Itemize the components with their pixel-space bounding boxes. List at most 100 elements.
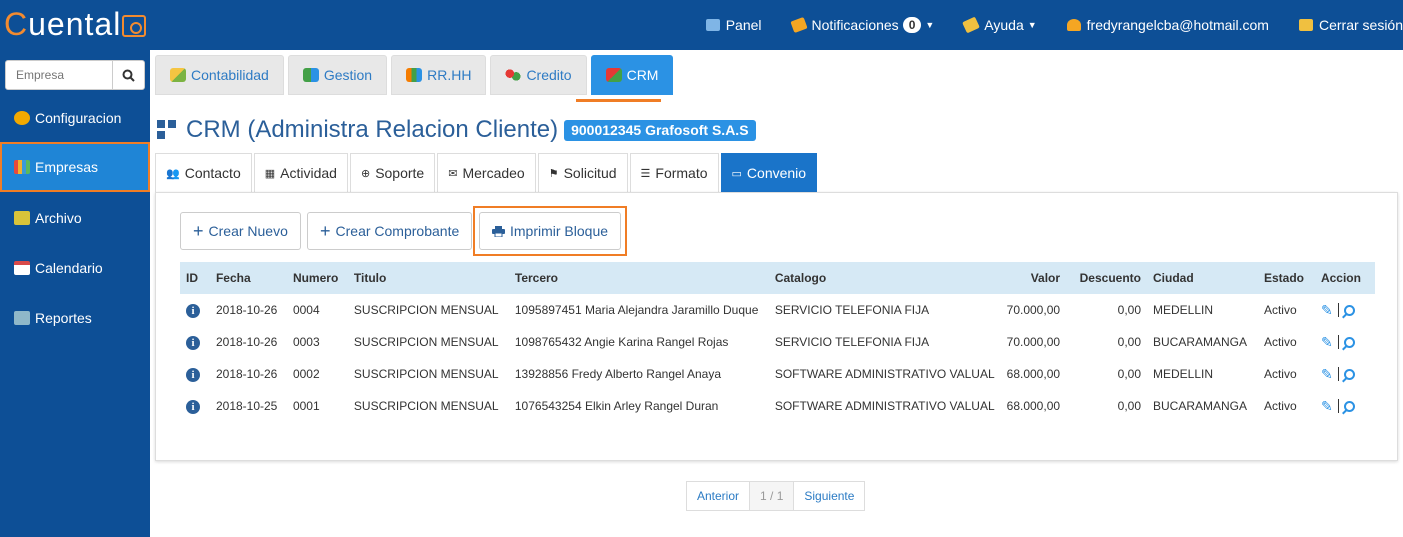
edit-icon[interactable]: ✎	[1321, 398, 1333, 415]
nav-notifications[interactable]: Notificaciones 0 ▼	[789, 16, 934, 34]
cell-valor: 70.000,00	[1006, 335, 1061, 349]
cell-catalogo: SERVICIO TELEFONIA FIJA	[774, 303, 930, 317]
button-label: Crear Comprobante	[335, 223, 460, 239]
cell-descuento: 0,00	[1117, 335, 1141, 349]
page-title-text: CRM (Administra Relacion Cliente)	[186, 116, 559, 143]
tab-mercadeo[interactable]: ✉ Mercadeo	[437, 153, 536, 192]
cell-numero: 0002	[292, 367, 320, 381]
cell-ciudad: BUCARAMANGA	[1153, 399, 1248, 413]
column-header[interactable]: Estado	[1257, 262, 1315, 294]
cell-catalogo: SOFTWARE ADMINISTRATIVO VALUAL	[774, 399, 995, 413]
edit-icon[interactable]: ✎	[1321, 366, 1333, 383]
page-title: CRM (Administra Relacion Cliente) 900012…	[157, 116, 756, 144]
tab-label: Contacto	[184, 165, 241, 181]
printer-icon	[14, 311, 30, 325]
sidebar-item-calendario[interactable]: Calendario	[0, 243, 150, 293]
nav-user[interactable]: fredyrangelcba@hotmail.com	[1066, 17, 1269, 33]
tab-contacto[interactable]: 👥 Contacto	[155, 153, 252, 192]
nav-panel[interactable]: Panel	[705, 17, 762, 33]
column-header[interactable]: Catalogo	[768, 262, 1001, 294]
sidebar-item-label: Configuracion	[35, 110, 122, 126]
tab-rrhh[interactable]: RR.HH	[391, 55, 487, 95]
magnifier-icon[interactable]	[1343, 368, 1355, 380]
column-header[interactable]: Fecha	[209, 262, 287, 294]
column-header[interactable]: Tercero	[508, 262, 769, 294]
top-navbar: Cuental Panel Notificaciones 0 ▼ Ayuda ▼…	[0, 0, 1403, 50]
magnifier-icon[interactable]	[1343, 304, 1355, 316]
edit-icon[interactable]: ✎	[1321, 334, 1333, 351]
tab-label: CRM	[626, 67, 659, 83]
column-header[interactable]: Ciudad	[1147, 262, 1258, 294]
convenio-panel: + Crear Nuevo + Crear Comprobante Imprimir…	[155, 192, 1398, 461]
nav-logout-label: Cerrar sesión	[1318, 17, 1403, 33]
logo-letter: C	[4, 6, 29, 42]
cell-ciudad: MEDELLIN	[1153, 367, 1214, 381]
edit-icon[interactable]: ✎	[1321, 302, 1333, 319]
tab-solicitud[interactable]: ⚑ Solicitud	[537, 153, 628, 192]
tab-label: Gestion	[323, 67, 373, 83]
prev-page-button[interactable]: Anterior	[686, 481, 751, 511]
info-icon[interactable]: i	[186, 303, 200, 318]
contacts-icon: 👥	[166, 167, 180, 180]
sidebar-item-archivo[interactable]: Archivo	[0, 193, 150, 243]
sidebar-item-configuracion[interactable]: Configuracion	[0, 93, 150, 143]
ticket-icon	[962, 16, 981, 34]
next-page-button[interactable]: Siguiente	[793, 481, 866, 511]
tab-actividad[interactable]: ▦ Actividad	[253, 153, 348, 192]
nav-help-label: Ayuda	[984, 17, 1024, 33]
cell-valor: 68.000,00	[1006, 367, 1061, 381]
table-row: i 2018-10-26 0004 SUSCRIPCION MENSUAL 10…	[180, 294, 1375, 326]
tab-credito[interactable]: Credito	[490, 55, 587, 95]
lock-icon	[1298, 19, 1313, 31]
print-block-button[interactable]: Imprimir Bloque	[479, 212, 622, 250]
tab-label: Contabilidad	[191, 67, 269, 83]
column-header[interactable]: Titulo	[347, 262, 509, 294]
lifebuoy-icon: ⊕	[360, 167, 371, 180]
megaphone-icon	[789, 16, 808, 34]
cell-fecha: 2018-10-25	[215, 399, 278, 413]
create-voucher-button[interactable]: + Crear Comprobante	[307, 212, 473, 250]
column-header[interactable]: ID	[180, 262, 210, 294]
id-card-icon: ▭	[731, 167, 742, 180]
tab-gestion[interactable]: Gestion	[287, 55, 388, 95]
info-icon[interactable]: i	[186, 335, 200, 350]
sidebar: Configuracion Empresas Archivo Calendari…	[0, 50, 150, 537]
column-header[interactable]: Numero	[286, 262, 348, 294]
cell-estado: Activo	[1263, 335, 1297, 349]
logo-icon	[122, 14, 147, 37]
search-icon	[122, 69, 135, 82]
convenio-table: ID Fecha Numero Titulo Tercero Catalogo …	[180, 262, 1375, 422]
cell-ciudad: MEDELLIN	[1153, 303, 1214, 317]
cell-estado: Activo	[1263, 399, 1297, 413]
sidebar-item-empresas[interactable]: Empresas	[0, 142, 150, 192]
tab-convenio[interactable]: ▭ Convenio	[720, 153, 818, 192]
nav-help[interactable]: Ayuda ▼	[962, 16, 1037, 34]
tab-soporte[interactable]: ⊕ Soporte	[349, 153, 436, 192]
info-icon[interactable]: i	[186, 399, 200, 414]
company-badge: 900012345 Grafosoft S.A.S	[564, 119, 756, 141]
create-new-button[interactable]: + Crear Nuevo	[180, 212, 301, 250]
column-header[interactable]: Descuento	[1066, 262, 1147, 294]
search-button[interactable]	[112, 61, 144, 89]
sidebar-item-reportes[interactable]: Reportes	[0, 293, 150, 343]
app-logo[interactable]: Cuental	[4, 6, 147, 43]
people-icon	[406, 68, 423, 82]
magnifier-icon[interactable]	[1343, 400, 1355, 412]
cube-icon	[605, 68, 622, 82]
tab-contabilidad[interactable]: Contabilidad	[155, 55, 284, 95]
company-search-input[interactable]	[6, 61, 112, 89]
column-header[interactable]: Valor	[1000, 262, 1067, 294]
cell-titulo: SUSCRIPCION MENSUAL	[353, 303, 499, 317]
tab-formato[interactable]: ☰ Formato	[629, 153, 719, 192]
sidebar-item-label: Archivo	[35, 210, 82, 226]
magnifier-icon[interactable]	[1343, 336, 1355, 348]
company-search	[5, 60, 145, 90]
column-header[interactable]: Accion	[1314, 262, 1375, 294]
tab-label: Mercadeo	[462, 165, 525, 181]
cell-titulo: SUSCRIPCION MENSUAL	[353, 335, 499, 349]
info-icon[interactable]: i	[186, 367, 200, 382]
plus-icon: +	[320, 221, 331, 241]
nav-logout[interactable]: Cerrar sesión	[1298, 17, 1403, 33]
tab-crm[interactable]: CRM	[590, 55, 674, 95]
cell-ciudad: BUCARAMANGA	[1153, 335, 1248, 349]
